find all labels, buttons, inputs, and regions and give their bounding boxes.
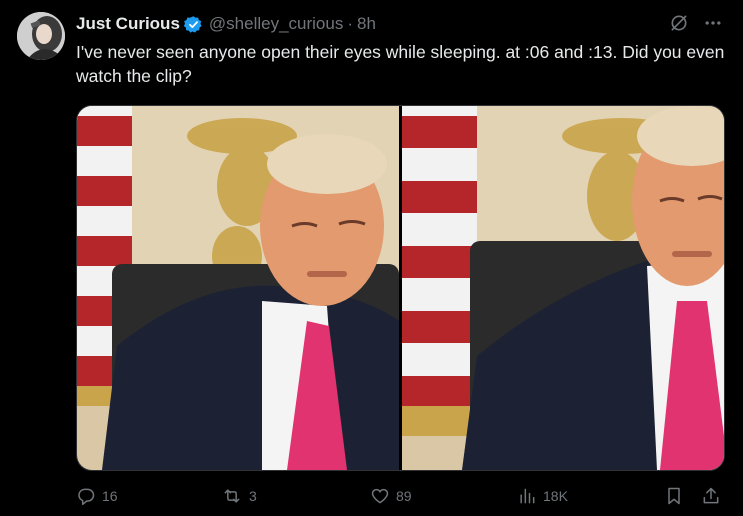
bookmark-icon — [664, 486, 684, 506]
reply-count: 16 — [102, 488, 118, 504]
avatar[interactable] — [17, 12, 65, 60]
tweet-time[interactable]: 8h — [357, 14, 376, 34]
tweet-media[interactable] — [76, 105, 725, 471]
like-icon — [370, 486, 390, 506]
share-button[interactable] — [701, 484, 721, 508]
share-icon — [701, 486, 721, 506]
verified-badge-icon — [183, 15, 203, 34]
separator-dot: · — [347, 14, 354, 33]
repost-count: 3 — [249, 488, 257, 504]
media-image-right[interactable] — [402, 106, 724, 470]
author-name[interactable]: Just Curious — [76, 14, 180, 34]
reply-icon — [76, 486, 96, 506]
author-handle[interactable]: @shelley_curious — [209, 14, 343, 34]
repost-icon — [221, 486, 243, 506]
like-count: 89 — [396, 488, 412, 504]
grok-icon[interactable] — [669, 13, 689, 38]
views-button[interactable]: 18K — [517, 484, 568, 508]
tweet-header: Just Curious @shelley_curious · 8h — [76, 13, 723, 35]
media-image-left[interactable] — [77, 106, 399, 470]
reply-button[interactable]: 16 — [76, 484, 118, 508]
views-count: 18K — [543, 488, 568, 504]
views-icon — [517, 486, 537, 506]
bookmark-button[interactable] — [664, 484, 684, 508]
tweet-text: I've never seen anyone open their eyes w… — [76, 42, 725, 86]
like-button[interactable]: 89 — [370, 484, 412, 508]
more-icon[interactable] — [703, 13, 723, 38]
action-bar: 16 3 89 18K — [76, 484, 723, 508]
repost-button[interactable]: 3 — [221, 484, 257, 508]
